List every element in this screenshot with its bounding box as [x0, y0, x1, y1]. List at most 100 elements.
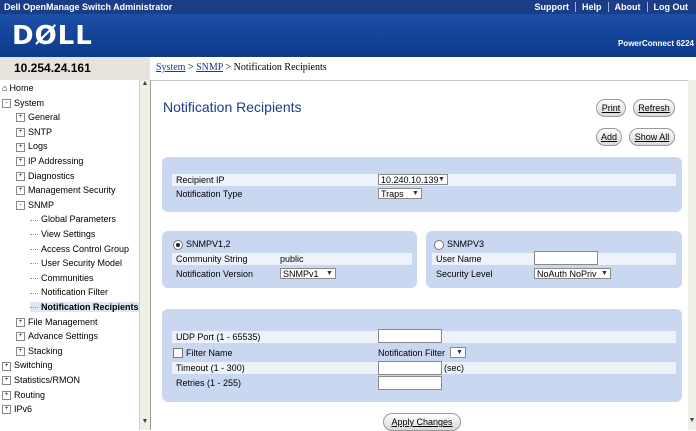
sidebar-item-statistics-rmon[interactable]: + Statistics/RMON	[2, 375, 81, 386]
scroll-up-icon[interactable]: ▲	[141, 80, 149, 90]
apply-changes-button[interactable]: Apply Changes	[383, 413, 461, 431]
sidebar-scrollbar[interactable]: ▲ ▼	[139, 80, 150, 430]
udp-port-input[interactable]	[378, 329, 442, 343]
sidebar-item-user-security-model[interactable]: User Security Model	[30, 258, 122, 268]
sidebar-item-file-management[interactable]: + File Management	[16, 317, 98, 327]
switch-ip: 10.254.24.161	[0, 57, 150, 80]
expand-icon[interactable]: +	[16, 346, 25, 356]
expand-icon[interactable]: +	[16, 332, 25, 342]
sidebar-item-label: General	[28, 112, 61, 123]
sidebar-item-ipv6[interactable]: + IPv6	[2, 404, 32, 415]
support-link[interactable]: Support	[528, 2, 575, 12]
sidebar-item-label: Home	[9, 83, 34, 93]
chevron-down-icon: ▼	[456, 349, 463, 356]
sidebar-item-label: Statistics/RMON	[14, 375, 81, 385]
help-link[interactable]: Help	[574, 2, 608, 12]
security-level-select[interactable]: NoAuth NoPriv ▼	[534, 268, 611, 279]
main-scrollbar[interactable]: ▼	[688, 80, 696, 430]
breadcrumb-separator: >	[185, 62, 197, 73]
print-button[interactable]: Print	[596, 99, 626, 117]
show-all-button[interactable]: Show All	[629, 128, 675, 146]
recipient-ip-select[interactable]: 10.240.10.139 ▼	[378, 174, 448, 185]
banner: DØLL PowerConnect 6224	[0, 14, 696, 57]
sidebar-item-sntp[interactable]: + SNTP	[16, 127, 52, 137]
sidebar-item-view-settings[interactable]: View Settings	[30, 229, 95, 239]
scroll-down-icon[interactable]: ▼	[688, 417, 696, 424]
expand-icon[interactable]: +	[16, 157, 25, 167]
filter-name-row: Filter Name Notification Filter ▼	[172, 347, 676, 359]
sidebar-item-stacking[interactable]: + Stacking	[16, 346, 63, 356]
tree-branch-line	[30, 234, 38, 236]
expand-icon[interactable]: +	[16, 127, 25, 137]
breadcrumb-snmp[interactable]: SNMP	[196, 62, 223, 73]
sidebar-item-snmp[interactable]: - SNMP	[16, 200, 54, 210]
collapse-icon[interactable]: -	[2, 98, 11, 108]
sidebar-item-label: File Management	[28, 316, 98, 327]
page-title: Notification Recipients	[163, 99, 302, 115]
about-link[interactable]: About	[607, 2, 647, 12]
retries-label: Retries (1 - 255)	[176, 378, 242, 388]
notification-type-row: Notification Type Traps ▼	[172, 188, 676, 200]
timeout-input[interactable]	[378, 361, 442, 375]
chevron-down-icon: ▼	[412, 190, 419, 197]
snmpv12-panel: SNMPV1,2 Community String public Notific…	[162, 231, 417, 288]
notification-type-select[interactable]: Traps ▼	[378, 188, 422, 199]
sidebar-item-label: View Settings	[41, 229, 96, 239]
main-content: Notification Recipients Print Refresh Ad…	[151, 80, 696, 431]
sidebar-item-routing[interactable]: + Routing	[2, 390, 45, 400]
sidebar-item-label: Stacking	[28, 345, 63, 356]
sidebar-item-switching[interactable]: + Switching	[2, 360, 53, 371]
expand-icon[interactable]: +	[16, 171, 25, 181]
sidebar-tree: ⌂ Home - System + General + SNTP + Logs + IP Addres…	[0, 80, 151, 430]
collapse-icon[interactable]: -	[16, 200, 25, 210]
add-button[interactable]: Add	[596, 128, 622, 146]
sidebar-item-system[interactable]: - System	[2, 98, 44, 108]
scroll-down-icon[interactable]: ▼	[141, 418, 149, 428]
expand-icon[interactable]: +	[16, 113, 25, 123]
user-name-row: User Name	[432, 251, 676, 265]
sidebar-item-global-parameters[interactable]: Global Parameters	[30, 214, 116, 224]
retries-input[interactable]	[378, 376, 442, 390]
filter-name-value: Notification Filter	[378, 348, 446, 358]
snmpv12-radio[interactable]	[173, 240, 183, 250]
sidebar-item-access-control-group[interactable]: Access Control Group	[30, 244, 129, 254]
filter-name-select[interactable]: ▼	[450, 347, 466, 358]
user-name-label: User Name	[436, 254, 482, 264]
expand-icon[interactable]: +	[2, 376, 11, 386]
breadcrumb-system[interactable]: System	[156, 62, 185, 73]
notification-version-label: Notification Version	[176, 269, 254, 279]
snmpv12-label: SNMPV1,2	[186, 239, 231, 249]
udp-port-row: UDP Port (1 - 65535)	[172, 329, 676, 343]
snmpv3-radio[interactable]	[434, 240, 444, 250]
sidebar-item-general[interactable]: + General	[16, 112, 61, 123]
product-name: PowerConnect 6224	[617, 39, 694, 48]
filter-name-checkbox[interactable]	[173, 348, 183, 358]
sidebar-item-home[interactable]: ⌂ Home	[2, 83, 33, 93]
sidebar-item-ip-addressing[interactable]: + IP Addressing	[16, 156, 83, 167]
expand-icon[interactable]: +	[2, 361, 11, 371]
expand-icon[interactable]: +	[2, 405, 11, 415]
expand-icon[interactable]: +	[16, 186, 25, 196]
logout-link[interactable]: Log Out	[646, 2, 695, 12]
sidebar-item-logs[interactable]: + Logs	[16, 141, 48, 152]
dell-logo: DØLL	[12, 21, 93, 51]
top-links: Support Help About Log Out	[528, 2, 694, 12]
community-string-value: public	[280, 254, 304, 264]
refresh-button[interactable]: Refresh	[633, 99, 675, 117]
recipient-ip-value: 10.240.10.139	[381, 175, 439, 185]
expand-icon[interactable]: +	[16, 142, 25, 152]
sidebar-item-advance-settings[interactable]: + Advance Settings	[16, 331, 98, 342]
expand-icon[interactable]: +	[16, 317, 25, 327]
user-name-input[interactable]	[534, 251, 598, 265]
expand-icon[interactable]: +	[2, 390, 11, 400]
notification-type-label: Notification Type	[176, 189, 243, 199]
sidebar-item-management-security[interactable]: + Management Security	[16, 185, 116, 196]
sidebar-item-communities[interactable]: Communities	[30, 273, 94, 283]
sidebar-item-notification-filter[interactable]: Notification Filter	[30, 287, 108, 297]
recipient-panel: Recipient IP 10.240.10.139 ▼ Notification…	[162, 157, 682, 212]
sidebar-item-diagnostics[interactable]: + Diagnostics	[16, 171, 75, 181]
sidebar-item-notification-recipients[interactable]: Notification Recipients	[30, 302, 139, 312]
breadcrumb-separator: >	[222, 62, 234, 73]
notification-version-select[interactable]: SNMPv1 ▼	[280, 268, 336, 279]
tree-branch-line	[30, 219, 38, 221]
